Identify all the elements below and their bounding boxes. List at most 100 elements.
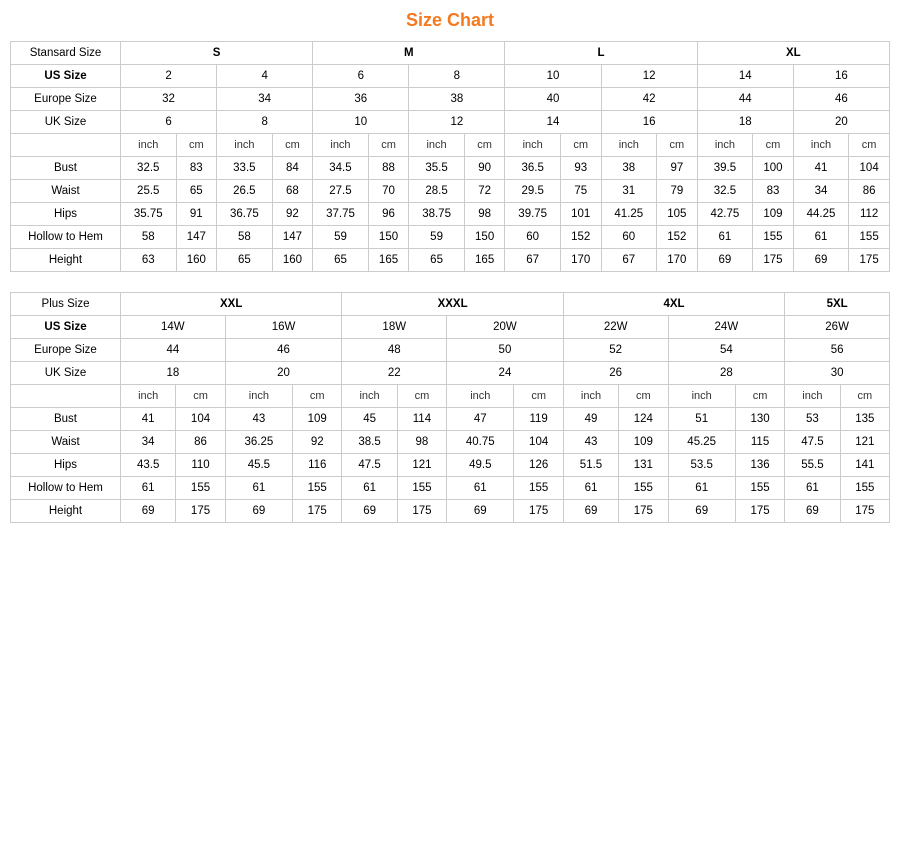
waist-val: 29.5 [505, 180, 561, 203]
hollow-val: 155 [176, 477, 225, 500]
waist-val: 31 [601, 180, 657, 203]
hollow-val: 152 [657, 226, 698, 249]
hips-val: 110 [176, 454, 225, 477]
waist-val: 40.75 [447, 431, 514, 454]
uk-size-val: 14 [505, 111, 601, 134]
unit-val: cm [514, 385, 563, 408]
waist-val: 79 [657, 180, 698, 203]
hips-val: 41.25 [601, 203, 657, 226]
unit-val: inch [697, 134, 753, 157]
hips-val: 43.5 [121, 454, 176, 477]
uk-size-val: 20 [793, 111, 889, 134]
uk-size-val: 28 [668, 362, 785, 385]
bust-val: 38 [601, 157, 657, 180]
height-val: 69 [793, 249, 849, 272]
bust-val: 114 [397, 408, 446, 431]
hips-val: 92 [272, 203, 313, 226]
height-val: 67 [601, 249, 657, 272]
us-size-val: 16W [225, 316, 342, 339]
hollow-val: 58 [121, 226, 177, 249]
europe-size-val: 54 [668, 339, 785, 362]
hollow-val: 147 [272, 226, 313, 249]
waist-val: 104 [514, 431, 563, 454]
us-size-val: 24W [668, 316, 785, 339]
bust-val: 45 [342, 408, 397, 431]
height-val: 160 [272, 249, 313, 272]
unit-val: inch [121, 134, 177, 157]
unit-val: cm [464, 134, 505, 157]
waist-val: 25.5 [121, 180, 177, 203]
standard-size-table: Stansard Size S M L XL US Size2468101214… [10, 41, 890, 272]
unit-val: cm [176, 134, 217, 157]
plus-size-table: Plus Size XXL XXXL 4XL 5XL US Size14W16W… [10, 292, 890, 523]
unit-val: cm [368, 134, 409, 157]
unit-empty [11, 134, 121, 157]
hollow-label: Hollow to Hem [11, 226, 121, 249]
us-size-val: 2 [121, 65, 217, 88]
uk-size-val: 18 [121, 362, 226, 385]
hollow-val: 60 [601, 226, 657, 249]
unit-val: cm [560, 134, 601, 157]
waist-val: 34 [121, 431, 176, 454]
waist-val: 75 [560, 180, 601, 203]
standard-size-m: M [313, 42, 505, 65]
hollow-val: 150 [464, 226, 505, 249]
height-val: 65 [217, 249, 273, 272]
bust-val: 93 [560, 157, 601, 180]
waist-val: 121 [840, 431, 889, 454]
us-size-label: US Size [11, 65, 121, 88]
europe-size-val: 50 [447, 339, 564, 362]
unit-val: cm [840, 385, 889, 408]
europe-size-val: 44 [121, 339, 226, 362]
waist-val: 45.25 [668, 431, 735, 454]
height-label: Height [11, 249, 121, 272]
europe-size-label: Europe Size [11, 88, 121, 111]
bust-label: Bust [11, 408, 121, 431]
unit-val: inch [313, 134, 369, 157]
bust-val: 47 [447, 408, 514, 431]
bust-val: 83 [176, 157, 217, 180]
bust-val: 100 [753, 157, 794, 180]
us-size-val: 8 [409, 65, 505, 88]
waist-val: 83 [753, 180, 794, 203]
unit-val: inch [342, 385, 397, 408]
waist-val: 28.5 [409, 180, 465, 203]
hips-val: 44.25 [793, 203, 849, 226]
europe-size-val: 52 [563, 339, 668, 362]
unit-val: inch [601, 134, 657, 157]
hollow-val: 155 [397, 477, 446, 500]
us-size-val: 14 [697, 65, 793, 88]
bust-val: 119 [514, 408, 563, 431]
height-label: Height [11, 500, 121, 523]
height-val: 175 [514, 500, 563, 523]
hollow-val: 61 [697, 226, 753, 249]
hips-val: 45.5 [225, 454, 292, 477]
hollow-val: 61 [668, 477, 735, 500]
height-val: 175 [735, 500, 784, 523]
hips-label: Hips [11, 203, 121, 226]
uk-size-label: UK Size [11, 111, 121, 134]
hollow-val: 61 [793, 226, 849, 249]
waist-val: 115 [735, 431, 784, 454]
hips-val: 121 [397, 454, 446, 477]
height-val: 69 [342, 500, 397, 523]
hollow-val: 155 [514, 477, 563, 500]
height-val: 69 [697, 249, 753, 272]
bust-val: 33.5 [217, 157, 273, 180]
uk-size-label: UK Size [11, 362, 121, 385]
hollow-val: 58 [217, 226, 273, 249]
plus-size-xxl: XXL [121, 293, 342, 316]
hips-val: 131 [619, 454, 668, 477]
europe-size-val: 40 [505, 88, 601, 111]
standard-size-s: S [121, 42, 313, 65]
waist-val: 26.5 [217, 180, 273, 203]
unit-val: inch [563, 385, 618, 408]
hollow-val: 61 [785, 477, 840, 500]
bust-label: Bust [11, 157, 121, 180]
height-val: 67 [505, 249, 561, 272]
hips-val: 42.75 [697, 203, 753, 226]
europe-size-label: Europe Size [11, 339, 121, 362]
us-size-val: 18W [342, 316, 447, 339]
unit-val: inch [409, 134, 465, 157]
bust-val: 124 [619, 408, 668, 431]
